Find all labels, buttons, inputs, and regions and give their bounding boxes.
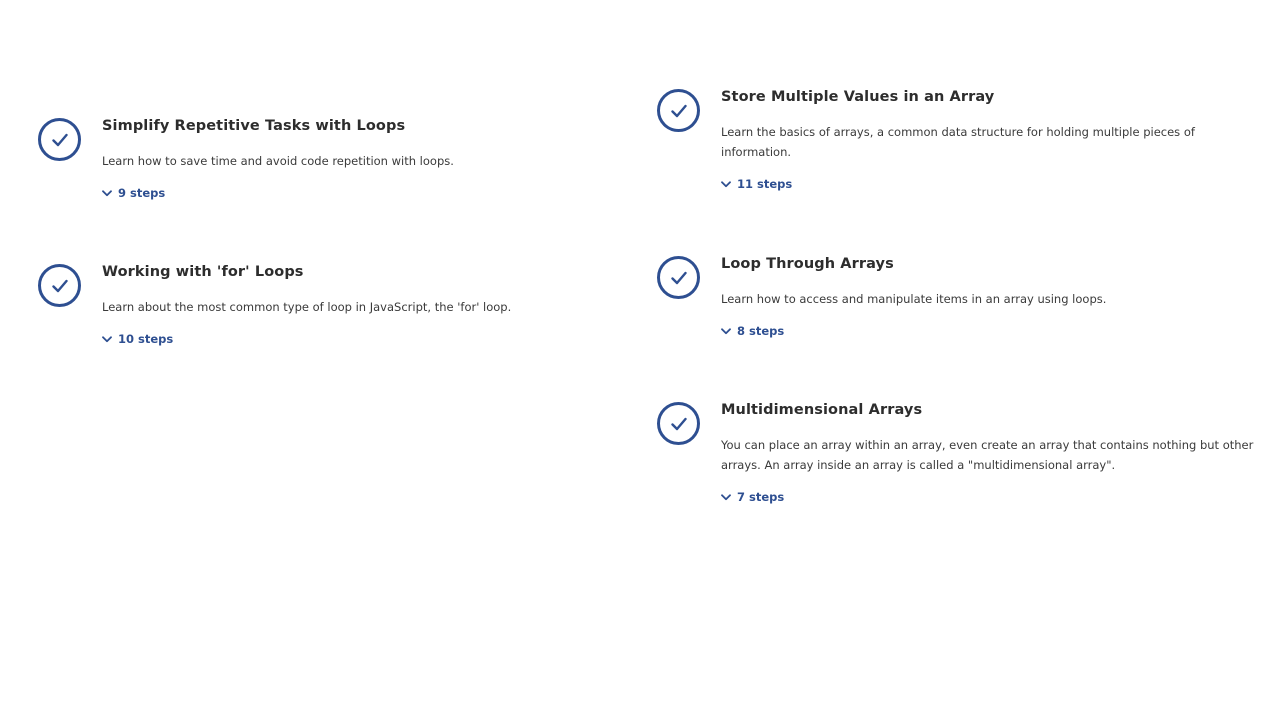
steps-count: 9 steps bbox=[118, 186, 166, 200]
lesson-description: Learn the basics of arrays, a common dat… bbox=[721, 125, 1195, 159]
check-circle-icon bbox=[38, 118, 81, 161]
lesson-body: Working with 'for' Loops Learn about the… bbox=[102, 263, 598, 348]
lesson-title: Simplify Repetitive Tasks with Loops bbox=[102, 118, 406, 134]
steps-toggle-button[interactable]: 10 steps bbox=[102, 332, 173, 346]
steps-toggle-button[interactable]: 11 steps bbox=[721, 177, 792, 191]
lesson-description: Learn how to access and manipulate items… bbox=[721, 292, 1107, 306]
chevron-down-icon bbox=[102, 189, 112, 196]
chevron-down-icon bbox=[102, 335, 112, 342]
chevron-down-icon bbox=[721, 180, 731, 187]
steps-count: 7 steps bbox=[737, 490, 785, 504]
check-circle-icon bbox=[657, 256, 700, 299]
chevron-down-icon bbox=[721, 493, 731, 500]
lesson-title: Store Multiple Values in an Array bbox=[721, 89, 995, 105]
lesson-description: Learn about the most common type of loop… bbox=[102, 300, 512, 314]
lesson-title: Multidimensional Arrays bbox=[721, 402, 923, 418]
check-circle-icon bbox=[657, 89, 700, 132]
lesson-title: Working with 'for' Loops bbox=[102, 264, 304, 280]
lesson-description: You can place an array within an array, … bbox=[721, 438, 1254, 472]
lesson-description: Learn how to save time and avoid code re… bbox=[102, 154, 454, 168]
chevron-down-icon bbox=[721, 327, 731, 334]
steps-count: 10 steps bbox=[118, 332, 174, 346]
steps-toggle-button[interactable]: 7 steps bbox=[721, 490, 784, 504]
lesson-body: Store Multiple Values in an Array Learn … bbox=[721, 88, 1257, 193]
lesson-title: Loop Through Arrays bbox=[721, 256, 894, 272]
steps-toggle-button[interactable]: 8 steps bbox=[721, 324, 784, 338]
lesson-body: Simplify Repetitive Tasks with Loops Lea… bbox=[102, 117, 598, 202]
steps-count: 8 steps bbox=[737, 324, 785, 338]
steps-count: 11 steps bbox=[737, 177, 793, 191]
lesson-body: Loop Through Arrays Learn how to access … bbox=[721, 255, 1257, 340]
steps-toggle-button[interactable]: 9 steps bbox=[102, 186, 165, 200]
check-circle-icon bbox=[657, 402, 700, 445]
lesson-body: Multidimensional Arrays You can place an… bbox=[721, 401, 1257, 506]
check-circle-icon bbox=[38, 264, 81, 307]
